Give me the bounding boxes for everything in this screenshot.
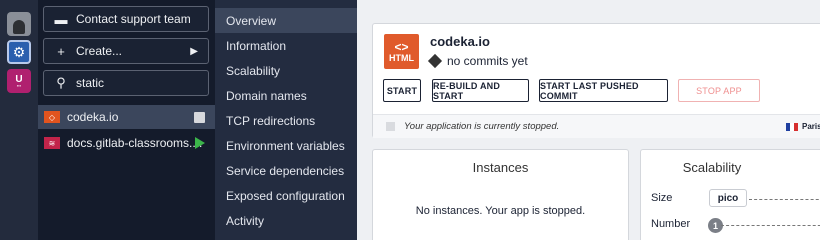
number-label: Number	[651, 218, 691, 230]
menu-information[interactable]: Information	[215, 33, 357, 58]
menu-environment-variables[interactable]: Environment variables	[215, 133, 357, 158]
zone-label: Paris	[802, 122, 820, 131]
france-flag-icon	[786, 123, 798, 131]
start-last-pushed-commit-button[interactable]: START LAST PUSHED COMMIT	[539, 79, 668, 102]
instances-panel: Instances No instances. Your app is stop…	[372, 149, 629, 240]
organization-rail: ⚙ U ▪▪▪	[0, 0, 38, 240]
app-item-label: codeka.io	[67, 110, 119, 124]
status-indicator-icon	[386, 122, 395, 131]
start-button[interactable]: START	[383, 79, 421, 102]
html-logo-symbol: <>	[394, 39, 409, 54]
size-range-line	[749, 199, 820, 200]
create-button[interactable]: + Create... ▶	[43, 38, 209, 64]
commit-text: no commits yet	[447, 54, 528, 68]
menu-overview[interactable]: Overview	[215, 8, 357, 33]
contact-support-button[interactable]: ▬ Contact support team	[43, 6, 209, 32]
app-item-label: docs.gitlab-classrooms....	[67, 136, 203, 150]
html-app-icon: ◇	[44, 111, 60, 123]
size-label: Size	[651, 192, 673, 204]
menu-exposed-configuration[interactable]: Exposed configuration	[215, 183, 357, 208]
create-label: Create...	[76, 44, 123, 58]
chat-icon: ▬	[54, 11, 68, 27]
instances-empty-message: No instances. Your app is stopped.	[415, 205, 586, 217]
size-value-badge: pico	[709, 189, 747, 207]
search-icon: ⚲	[56, 75, 66, 90]
git-commit-icon	[427, 53, 443, 69]
rebuild-and-start-button[interactable]: RE-BUILD AND START	[432, 79, 529, 102]
menu-tcp-redirections[interactable]: TCP redirections	[215, 108, 357, 133]
contact-support-label: Contact support team	[76, 12, 191, 26]
app-overview-card: <> HTML codeka.io no commits yet START R…	[372, 23, 820, 138]
gear-org-icon[interactable]: ⚙	[7, 40, 31, 64]
main-content: <> HTML codeka.io no commits yet START R…	[357, 0, 820, 240]
app-item-codeka[interactable]: ◇ codeka.io	[38, 105, 215, 129]
menu-scalability[interactable]: Scalability	[215, 58, 357, 83]
menu-activity[interactable]: Activity	[215, 208, 357, 233]
search-input[interactable]	[76, 76, 196, 90]
running-play-icon	[195, 137, 205, 149]
menu-service-dependencies[interactable]: Service dependencies	[215, 158, 357, 183]
menu-domain-names[interactable]: Domain names	[215, 83, 357, 108]
app-title: codeka.io	[430, 34, 490, 49]
html-logo-text: HTML	[389, 52, 414, 63]
caret-right-icon: ▶	[190, 45, 198, 57]
app-type-icon: ≋	[44, 137, 60, 149]
scalability-title: Scalability	[682, 160, 742, 175]
user-avatar-icon[interactable]	[7, 12, 31, 36]
scalability-panel: Scalability Size pico Number 1	[640, 149, 820, 240]
app-sidebar: ▬ Contact support team + Create... ▶ ⚲ ◇…	[38, 0, 215, 240]
search-box[interactable]: ⚲	[43, 70, 209, 96]
university-logo-subtext: ▪▪▪	[16, 82, 22, 88]
app-submenu: Overview Information Scalability Domain …	[215, 0, 357, 240]
university-logo-icon[interactable]: U ▪▪▪	[7, 69, 31, 93]
instances-title: Instances	[472, 160, 529, 175]
status-message: Your application is currently stopped.	[404, 121, 560, 132]
checkbox-icon[interactable]	[194, 111, 205, 123]
commit-info: no commits yet	[427, 53, 528, 69]
stop-app-button[interactable]: STOP APP	[678, 79, 760, 102]
html-logo-icon: <> HTML	[384, 34, 419, 69]
plus-icon: +	[57, 43, 65, 59]
status-bar: Your application is currently stopped. P…	[373, 114, 820, 138]
number-range-line	[721, 225, 820, 226]
app-item-docs[interactable]: ≋ docs.gitlab-classrooms....	[38, 131, 215, 155]
